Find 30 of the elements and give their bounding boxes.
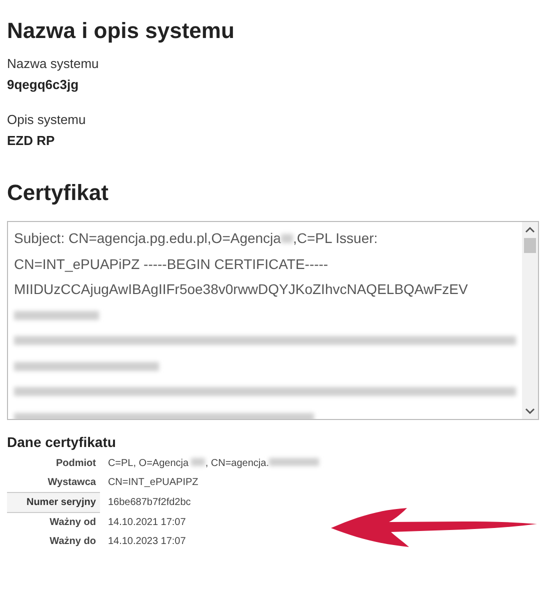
scroll-down-icon[interactable] [525,408,535,414]
redacted-text [191,458,206,466]
detail-value: 14.10.2023 17:07 [108,536,186,547]
certificate-text: MIIDUzCCAjugAwIBAgIIFr5oe38v0rwwDQYJKoZIhvcNAQELBQAwFzEV [14,280,468,299]
detail-label: Ważny do [48,535,97,549]
scroll-up-icon[interactable] [525,227,535,233]
detail-label: Wystawca [7,473,100,492]
redacted-text [269,458,319,466]
field-label: Opis systemu [7,112,87,127]
detail-label: Ważny od [7,512,100,532]
detail-value: , CN=agencja. [205,458,269,469]
field-value: EZD RP [7,133,56,148]
field-value: 9qegq6c3jg [7,77,80,92]
detail-label: Podmiot [54,457,97,471]
certificate-text: ,C=PL Issuer: [292,229,378,248]
detail-value: CN=INT_ePUAPIPZ [108,477,198,488]
scrollbar-thumb[interactable] [524,238,536,253]
section-title: Nazwa i opis systemu [7,18,236,44]
detail-label: Numer seryjny [7,492,100,512]
detail-value: C=PL, O=Agencja [108,458,190,469]
details-title: Dane certyfikatu [7,434,117,450]
scrollbar[interactable] [522,222,538,419]
certificate-text-area[interactable]: Subject: CN=agencja.pg.edu.pl,O=Agencja ,C=PL Issuer: CN=INT_ePUAPiPZ -----BEGIN CERTIFICATE----- MIIDUzCCAjugAwIBAgIIFr5oe38v0rwwDQYJKoZIhvcNAQELBQAwFzEV [7,221,539,420]
section-title: Certyfikat [7,180,110,206]
certificate-text: Subject: CN=agencja.pg.edu.pl,O=Agencja [14,229,281,248]
certificate-text: CN=INT_ePUAPiPZ -----BEGIN CERTIFICATE----- [14,254,328,274]
field-label: Nazwa systemu [7,56,100,71]
detail-value: 14.10.2021 17:07 [108,516,186,528]
redacted-text [280,234,293,244]
detail-value: 16be687b7f2fd2bc [108,497,191,508]
